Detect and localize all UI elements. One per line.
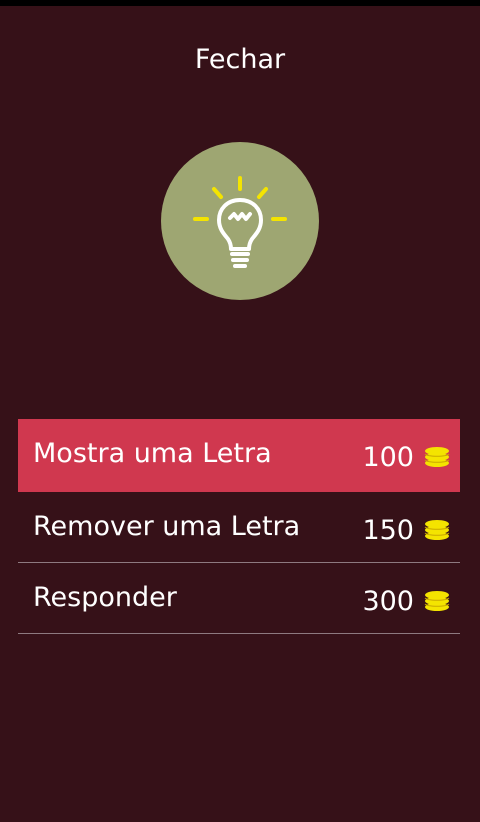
coins-icon — [424, 447, 450, 467]
option-answer[interactable]: Responder 300 — [18, 563, 460, 634]
status-bar — [0, 0, 480, 6]
option-label: Remover uma Letra — [33, 511, 301, 542]
option-cost: 100 — [362, 442, 414, 473]
option-label: Mostra uma Letra — [33, 438, 272, 469]
option-remove-letter[interactable]: Remover uma Letra 150 — [18, 492, 460, 563]
hint-circle — [161, 142, 319, 300]
lightbulb-icon — [193, 176, 287, 268]
option-show-letter[interactable]: Mostra uma Letra 100 — [18, 419, 460, 492]
hint-options-list: Mostra uma Letra 100 Remover uma Letra 1… — [18, 419, 460, 634]
hint-dialog: Fechar Mostra uma Letra 100 Remover uma … — [0, 0, 480, 822]
coins-icon — [424, 591, 450, 611]
coins-icon — [424, 520, 450, 540]
close-button[interactable]: Fechar — [0, 42, 480, 78]
option-label: Responder — [33, 582, 177, 613]
option-cost: 300 — [362, 586, 414, 617]
option-cost: 150 — [362, 515, 414, 546]
